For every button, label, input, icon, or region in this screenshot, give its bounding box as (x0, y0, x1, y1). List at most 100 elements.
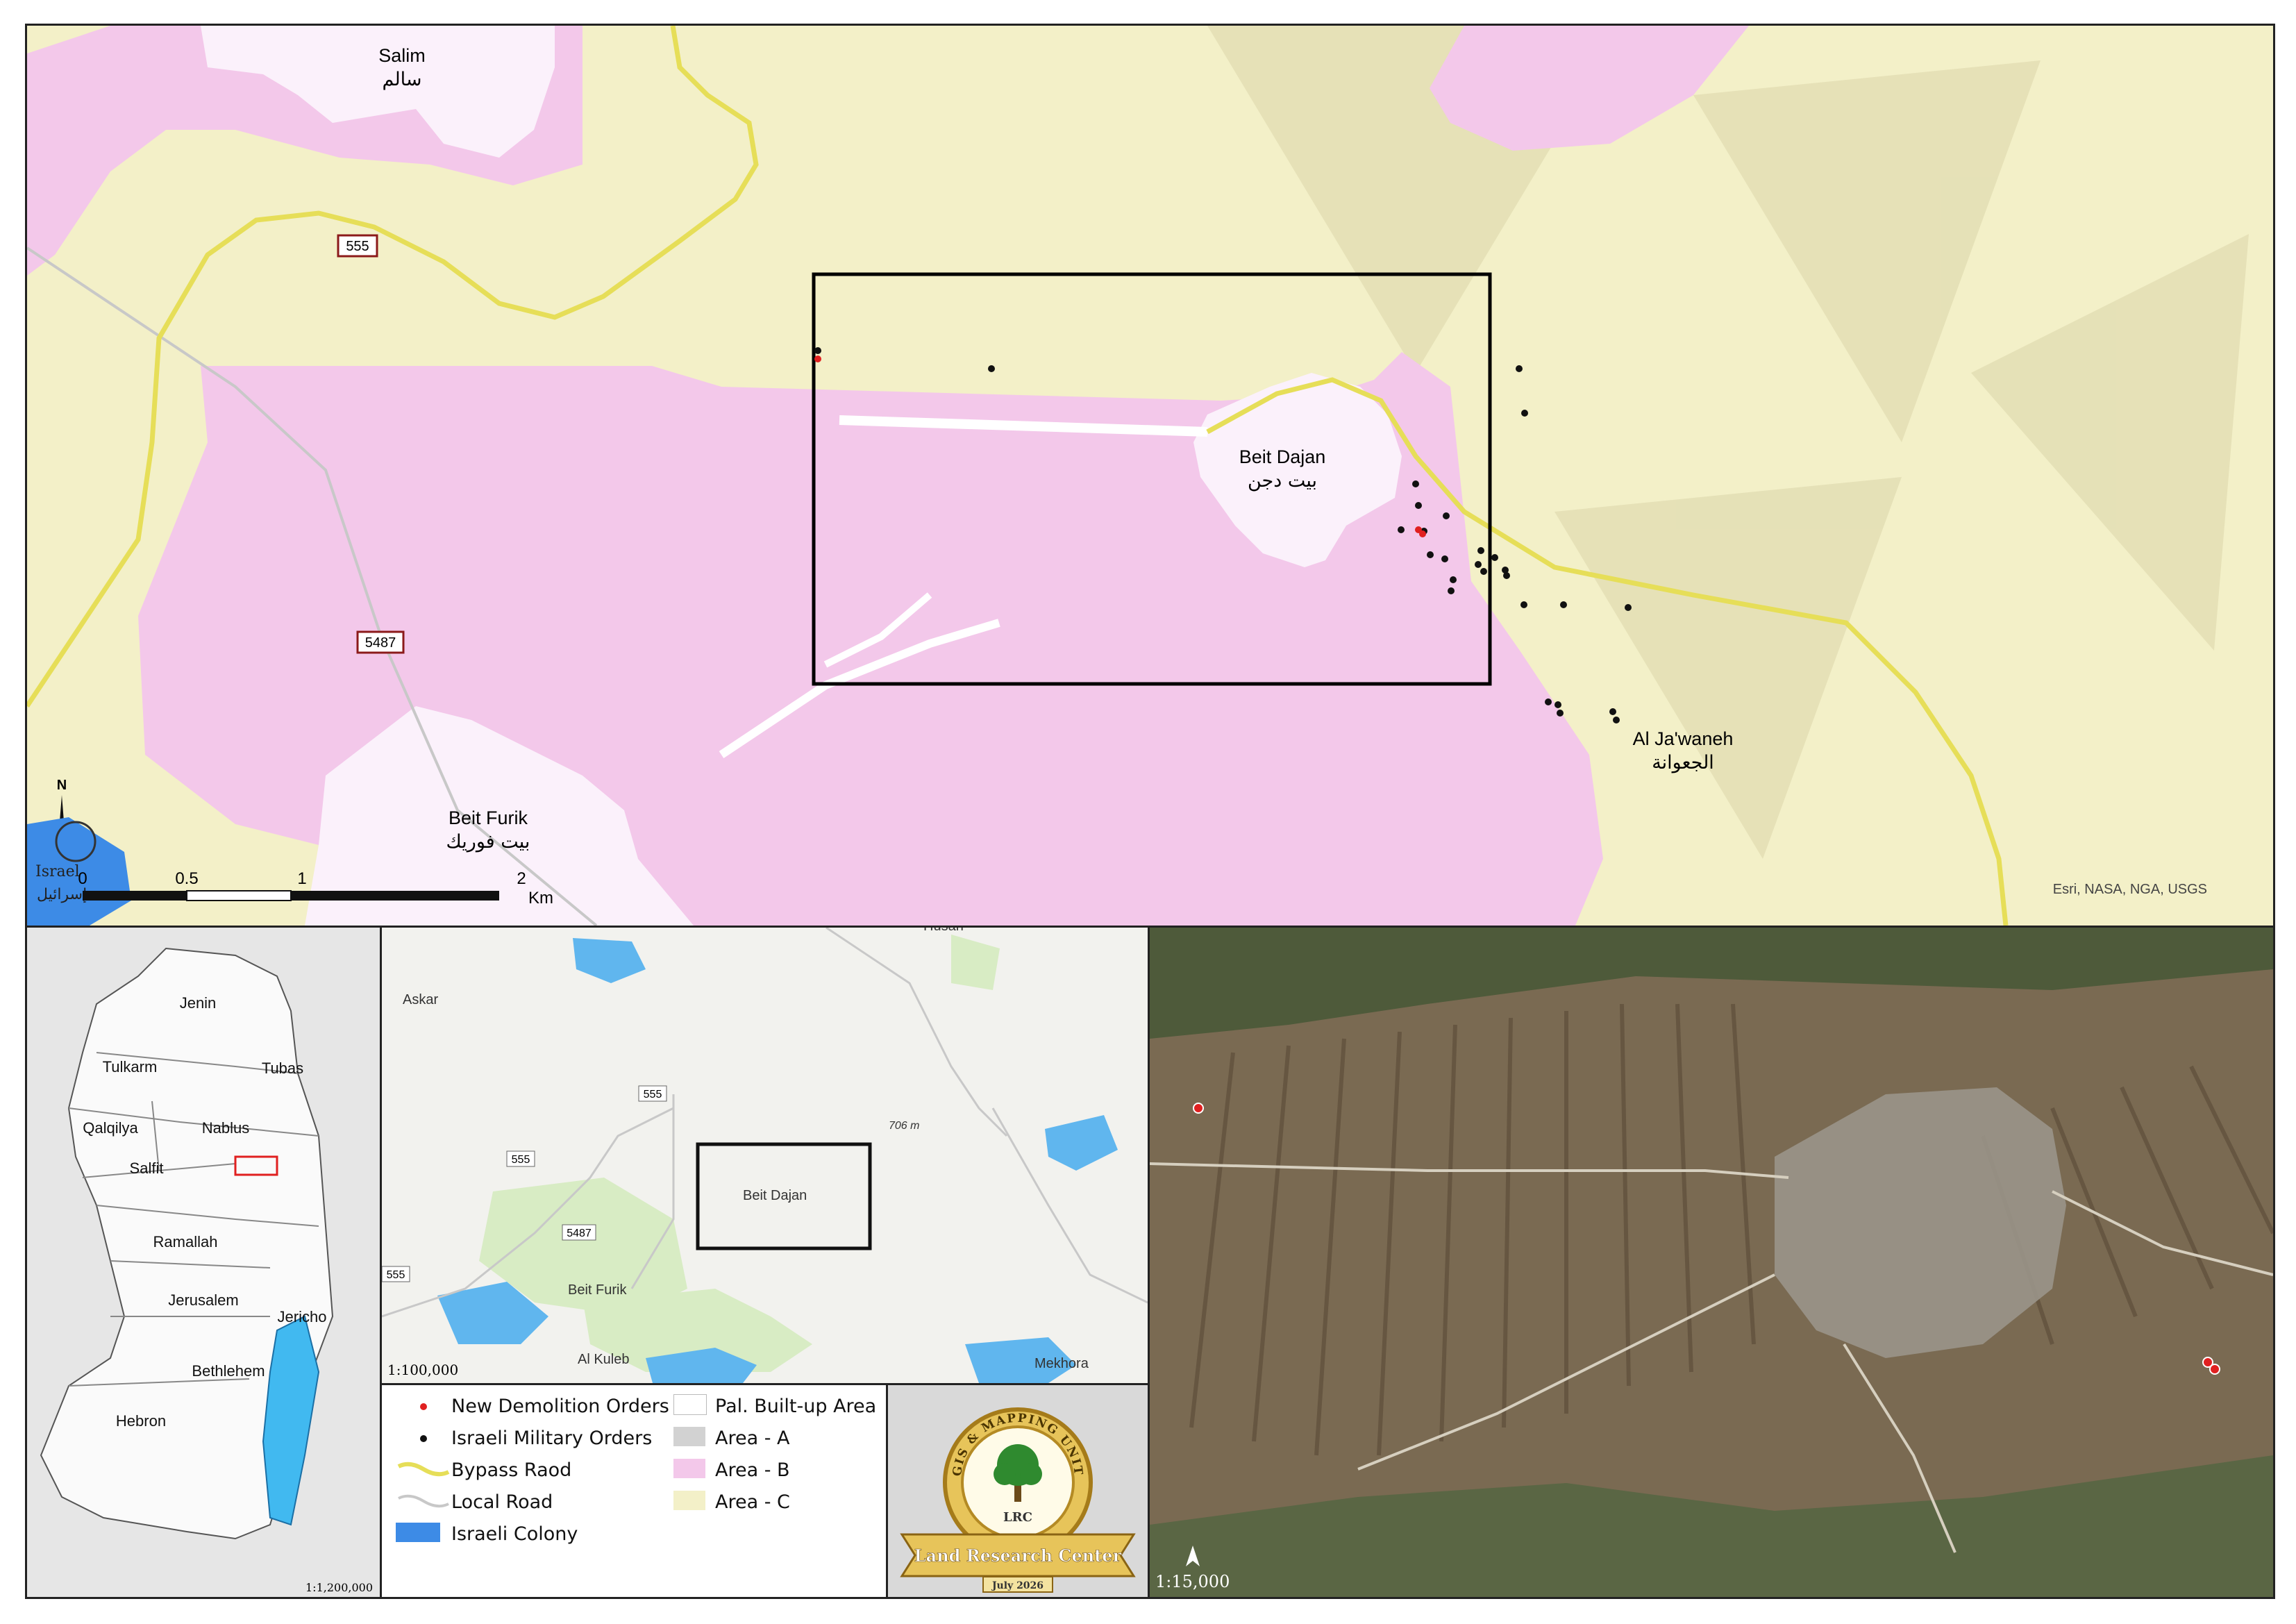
place-al-jawaneh-ar: الجعوانة (1652, 752, 1714, 773)
seal-panel: GIS & MAPPING UNIT LRC Land Research Cen… (886, 1383, 1150, 1599)
region-jerusalem: Jerusalem (168, 1291, 238, 1309)
legend-blue-box-icon (396, 1523, 451, 1545)
demolition-order-point (814, 355, 821, 362)
legend-area-a-label: Area - A (715, 1427, 790, 1449)
place-salim-en: Salim (378, 45, 426, 66)
military-order-point (1516, 365, 1523, 372)
legend-military-orders: Israeli Military Orders (396, 1424, 652, 1452)
region-hebron: Hebron (116, 1412, 166, 1430)
regional-elevation: 706 m (889, 1120, 919, 1132)
aerial-scale: 1:15,000 (1155, 1572, 1230, 1591)
aerial-demolition-1 (1193, 1103, 1204, 1114)
colony-areas (437, 938, 1118, 1383)
main-map-canvas[interactable]: 555 5487 Salim سالم Beit Dajan بيت دجن A… (27, 26, 2273, 926)
west-bank-scale: 1:1,200,000 (305, 1581, 373, 1594)
regional-shield-555-c: 555 (387, 1269, 405, 1281)
legend-military-orders-label: Israeli Military Orders (451, 1427, 653, 1449)
military-order-point (1491, 554, 1498, 561)
military-order-point (1477, 547, 1484, 554)
legend-new-demolition: New Demolition Orders (396, 1392, 669, 1420)
legend-red-dot-icon (396, 1400, 451, 1413)
legend-bypass-road: Bypass Raod (396, 1456, 571, 1484)
regional-beit-dajan: Beit Dajan (743, 1188, 807, 1203)
legend-local-road-label: Local Road (451, 1491, 553, 1513)
legend-israeli-colony: Israeli Colony (396, 1520, 578, 1548)
region-nablus: Nablus (202, 1119, 249, 1137)
region-jenin: Jenin (180, 994, 217, 1012)
israel-logo-text-en: Israel (35, 863, 80, 880)
place-al-jawaneh-en: Al Ja'waneh (1633, 728, 1734, 749)
regional-canvas: Askar Beit Dajan Beit Furik Al Kuleb Mek… (382, 928, 1148, 1383)
legend-black-dot-icon (396, 1432, 451, 1445)
legend-bypass-road-label: Bypass Raod (451, 1459, 572, 1481)
legend-area-a: Area - A (673, 1424, 790, 1452)
legend-israeli-colony-label: Israeli Colony (451, 1523, 578, 1545)
seal-name: Land Research Center (914, 1546, 1122, 1566)
scale-tick-2: 2 (517, 869, 526, 888)
regional-shield-555-b: 555 (512, 1154, 530, 1166)
regional-shield-5487: 5487 (567, 1228, 592, 1239)
regional-beit-furik: Beit Furik (568, 1282, 627, 1298)
main-map-panel[interactable]: 555 5487 Salim سالم Beit Dajan بيت دجن A… (25, 24, 2275, 928)
legend-yellow-line-icon (397, 1462, 450, 1477)
legend-yellow-box-icon (673, 1491, 715, 1513)
legend-new-demolition-label: New Demolition Orders (451, 1395, 669, 1417)
north-arrow-label: N (57, 778, 67, 793)
legend-grey-line-icon (398, 1494, 449, 1508)
legend-local-road: Local Road (396, 1488, 553, 1516)
green-areas (479, 935, 1000, 1372)
military-order-point (1609, 708, 1616, 715)
legend-area-b-label: Area - B (715, 1459, 790, 1481)
military-order-point (1521, 410, 1528, 417)
place-beit-furik-en: Beit Furik (449, 807, 528, 828)
regional-scale: 1:100,000 (387, 1362, 458, 1378)
military-order-point (1427, 551, 1434, 558)
regional-shield-555-a: 555 (644, 1089, 662, 1100)
legend-area-b: Area - B (673, 1456, 790, 1484)
legend-grey-box-icon (673, 1427, 715, 1449)
military-order-point (1480, 568, 1487, 575)
legend-white-box-icon (673, 1394, 715, 1418)
military-order-point (1545, 698, 1552, 705)
place-beit-dajan-en: Beit Dajan (1239, 446, 1326, 467)
scale-tick-1: 1 (297, 869, 306, 888)
aerial-demolition-3 (2209, 1364, 2220, 1375)
legend-area-c: Area - C (673, 1488, 790, 1516)
legend-panel: New Demolition Orders Israeli Military O… (380, 1383, 888, 1599)
military-order-point (1443, 512, 1450, 519)
road-shield-5487-label: 5487 (365, 635, 396, 651)
military-order-point (814, 347, 821, 354)
military-order-point (1415, 502, 1422, 509)
region-qalqilya: Qalqilya (83, 1119, 138, 1137)
west-bank-inset[interactable]: Jenin Tulkarm Tubas Qalqilya Nablus Salf… (25, 926, 382, 1599)
military-order-point (1503, 572, 1510, 579)
region-bethlehem: Bethlehem (192, 1362, 265, 1380)
military-order-point (1475, 561, 1482, 568)
military-order-point (1560, 601, 1567, 608)
place-salim-ar: سالم (382, 69, 421, 90)
place-beit-furik-ar: بيت فوريك (446, 831, 530, 853)
road-shield-555-label: 555 (346, 239, 369, 254)
military-order-point (1441, 555, 1448, 562)
military-order-point (1557, 710, 1564, 717)
legend-builtup-label: Pal. Built-up Area (715, 1395, 877, 1417)
military-order-point (1520, 601, 1527, 608)
region-salfit: Salfit (130, 1160, 164, 1177)
scale-tick-0: 0 (78, 869, 87, 888)
scale-unit: Km (528, 889, 553, 907)
road-shield-5487: 5487 (356, 630, 405, 654)
regional-askar: Askar (403, 992, 438, 1007)
military-order-point (988, 365, 995, 372)
regional-husan: Husan (923, 928, 964, 934)
region-tubas: Tubas (262, 1060, 303, 1077)
seal-date: July 2026 (991, 1580, 1044, 1591)
military-order-point (1398, 526, 1405, 533)
region-tulkarm: Tulkarm (103, 1058, 158, 1075)
place-beit-dajan-ar: بيت دجن (1248, 470, 1317, 492)
aerial-inset[interactable]: 1:15,000 (1148, 926, 2275, 1599)
lrc-seal: GIS & MAPPING UNIT LRC Land Research Cen… (900, 1407, 1136, 1593)
aerial-canvas: 1:15,000 (1150, 928, 2273, 1597)
legend-pink-box-icon (673, 1459, 715, 1481)
military-order-point (1555, 701, 1561, 708)
regional-inset[interactable]: Askar Beit Dajan Beit Furik Al Kuleb Mek… (380, 926, 1150, 1385)
